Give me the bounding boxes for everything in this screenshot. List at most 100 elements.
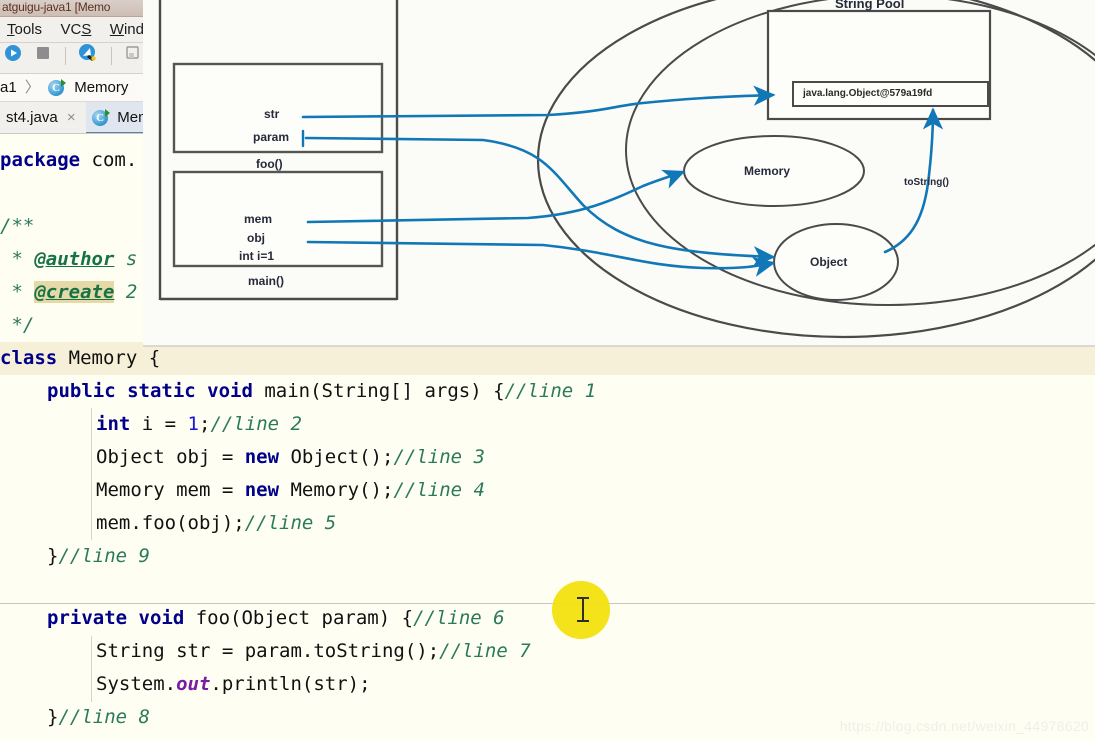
code-token: s [114, 248, 138, 270]
code-token: /** [0, 215, 35, 237]
code-token: //line 4 [393, 479, 485, 501]
code-token: //line 2 [210, 413, 302, 435]
tab-memory-java[interactable]: C Mem [86, 102, 143, 133]
text-cursor-bottom-serif [577, 620, 589, 622]
code-token: Memory [57, 347, 149, 369]
code-token: } [47, 706, 59, 728]
text-cursor-icon [582, 598, 584, 622]
code-line-doc-close[interactable]: */ [0, 309, 34, 342]
java-class-icon: C [92, 108, 111, 127]
code-line-line4[interactable]: Memory mem = new Memory();//line 4 [96, 474, 485, 507]
code-token: Memory(); [279, 479, 394, 501]
inspect-icon[interactable] [78, 43, 98, 68]
window-titlebar: atguigu-java1 [Memo [0, 0, 143, 17]
stack-var-str: str [264, 107, 280, 121]
toolbar-separator-2 [110, 46, 112, 65]
stack-var-mem: mem [244, 212, 273, 226]
code-line-main-decl[interactable]: public static void main(String[] args) {… [47, 375, 596, 408]
code-token: } [47, 545, 59, 567]
code-line-line7[interactable]: String str = param.toString();//line 7 [96, 635, 531, 668]
code-token: main(String[] args) { [252, 380, 505, 402]
code-token: int [96, 413, 131, 435]
code-token: //line 5 [244, 512, 337, 534]
code-line-line9[interactable]: }//line 9 [47, 540, 150, 573]
code-token: System. [96, 673, 177, 695]
code-line-foo-decl[interactable]: private void foo(Object param) {//line 6 [47, 602, 505, 635]
code-token: //line 1 [504, 380, 597, 402]
code-token: mem.foo(obj); [96, 512, 245, 534]
code-token: ; [198, 413, 211, 435]
code-token: package [0, 149, 81, 171]
main-frame-caption: main() [248, 274, 284, 288]
code-token: public static void [47, 380, 253, 402]
code-token: 2 [114, 281, 138, 303]
stack-var-int-i: int i=1 [239, 249, 275, 263]
stack-var-param: param [253, 130, 290, 144]
tab-test4-java[interactable]: st4.java × [0, 102, 82, 133]
code-line-doc-create[interactable]: * @create 2 [0, 276, 137, 309]
code-token: Object obj = [96, 446, 245, 468]
code-token: foo(Object param) { [184, 607, 414, 629]
tostring-edge-label: toString() [904, 177, 949, 188]
code-line-line3[interactable]: Object obj = new Object();//line 3 [96, 441, 485, 474]
foo-frame-caption: foo() [256, 157, 283, 171]
code-token: String str = param.toString(); [96, 640, 440, 662]
window-title: atguigu-java1 [Memo [2, 0, 111, 14]
code-token: Object(); [279, 446, 394, 468]
code-token: 1 [187, 413, 199, 435]
caret-highlight [552, 581, 610, 639]
code-token: .println(str); [210, 673, 371, 695]
menu-item-window[interactable]: Windo [103, 17, 143, 42]
close-icon[interactable]: × [62, 109, 76, 126]
stop-icon[interactable] [34, 44, 52, 67]
bookmark-icon[interactable] [124, 44, 142, 67]
code-token: Memory mem = [96, 479, 245, 501]
code-line-line8[interactable]: }//line 8 [47, 701, 150, 734]
code-token: //line 6 [413, 607, 505, 629]
toolbar[interactable] [0, 43, 143, 74]
code-line-line5[interactable]: mem.foo(obj);//line 5 [96, 507, 336, 540]
indent-guide-foo [91, 636, 92, 702]
code-line-doc-open[interactable]: /** [0, 210, 34, 243]
editor-tabs[interactable]: st4.java × C Mem [0, 102, 143, 134]
run-icon[interactable] [4, 44, 22, 67]
code-token: @create [34, 281, 115, 303]
code-token: //line 3 [393, 446, 485, 468]
menu-bar[interactable]: TToolsools VCS Windo [0, 17, 143, 43]
code-line-doc-author[interactable]: * @author s [0, 243, 137, 276]
code-line-println[interactable]: System.out.println(str); [96, 668, 371, 701]
code-token: com. [80, 149, 138, 171]
stack-var-obj: obj [247, 231, 265, 245]
menu-item-tools[interactable]: TToolsools [0, 17, 49, 42]
code-token: new [244, 479, 280, 501]
code-token: private void [47, 607, 185, 629]
menu-item-vcs[interactable]: VCS [53, 17, 98, 42]
code-token: i = [130, 413, 188, 435]
code-line-line2[interactable]: int i = 1;//line 2 [96, 408, 302, 441]
code-token: //line 7 [439, 640, 531, 662]
code-token: @author [34, 248, 115, 270]
code-token: new [244, 446, 280, 468]
diagram-canvas [158, 0, 1095, 339]
code-line-package[interactable]: package com. [0, 144, 137, 177]
code-token: //line 8 [58, 706, 150, 728]
code-token: * [0, 281, 35, 303]
main-frame-box [172, 170, 384, 268]
tab-label: Mem [117, 109, 143, 126]
string-pool-title: String Pool [835, 0, 905, 11]
code-token: * [0, 248, 35, 270]
indent-guide-main [91, 408, 92, 540]
breadcrumb[interactable]: a1 〉 C Memory [0, 74, 143, 102]
breadcrumb-class[interactable]: Memory [69, 74, 128, 101]
code-token: //line 9 [58, 545, 150, 567]
string-pool-entry-label: java.lang.Object@579a19fd [803, 88, 933, 99]
breadcrumb-project[interactable]: a1 [0, 74, 17, 101]
code-token: out [176, 673, 211, 695]
jvm-memory-diagram: str param foo() mem obj int i=1 main() S… [143, 0, 1095, 347]
code-token: */ [0, 314, 35, 336]
breadcrumb-separator: 〉 [24, 79, 40, 96]
memory-oval-label: Memory [744, 164, 791, 178]
toolbar-separator [64, 46, 66, 65]
text-cursor-top-serif [577, 597, 589, 599]
java-class-icon: C [48, 78, 67, 97]
